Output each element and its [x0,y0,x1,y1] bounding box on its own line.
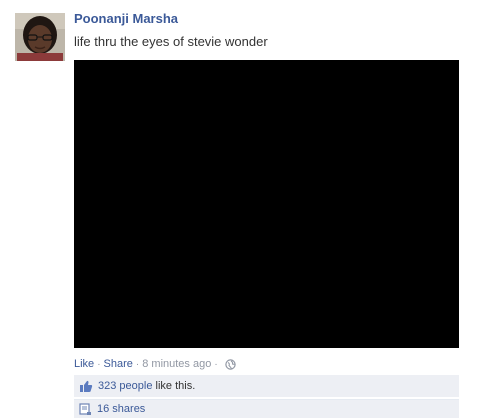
likes-suffix: like this. [152,380,196,392]
likes-summary: 323 people like this. [74,375,459,397]
separator-dot: · [214,358,218,370]
timestamp[interactable]: 8 minutes ago [142,358,211,370]
separator-dot: · [97,358,101,370]
separator-dot: · [135,358,140,370]
post-message: life thru the eyes of stevie wonder [74,34,268,49]
post-actions: Like · Share · 8 minutes ago · [74,358,236,370]
likes-people-link[interactable]: 323 people [98,380,152,392]
avatar[interactable] [15,13,65,61]
shares-count-link[interactable]: 16 shares [97,403,145,415]
shares-summary[interactable]: 16 shares [74,399,459,418]
like-link[interactable]: Like [74,358,94,370]
share-link[interactable]: Share [104,358,133,370]
video-player[interactable] [74,60,459,348]
author-name[interactable]: Poonanji Marsha [74,11,178,26]
share-icon [79,402,92,416]
profile-photo [15,13,65,61]
thumbs-up-icon [79,380,93,393]
globe-icon[interactable] [224,358,236,370]
